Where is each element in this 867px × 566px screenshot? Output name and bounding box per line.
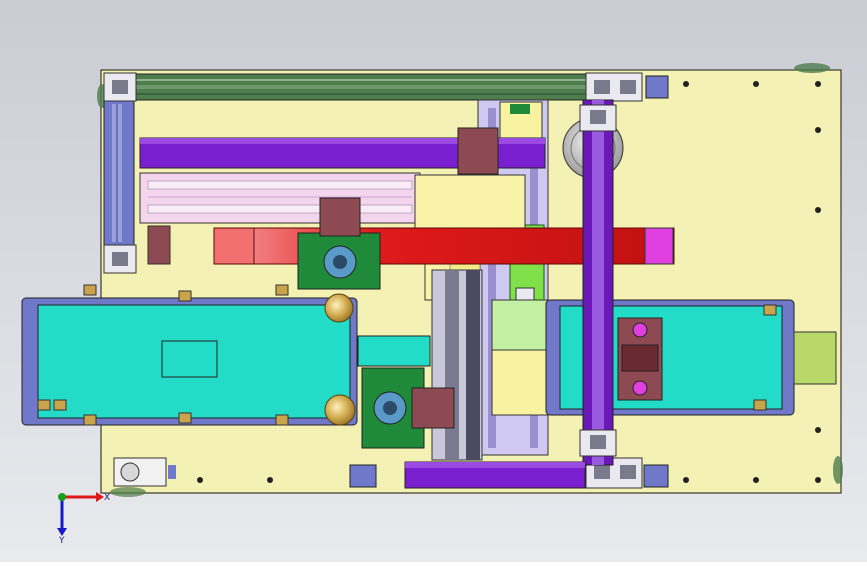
mounting-hole — [815, 207, 821, 213]
mounting-hole — [815, 81, 821, 87]
top-frame-profile[interactable] — [129, 73, 591, 101]
corner-bracket-left-mid — [103, 244, 137, 274]
connector-block — [275, 284, 289, 296]
light-green-strip — [491, 299, 549, 351]
right-gripper-assembly[interactable] — [617, 317, 663, 401]
connector-block — [37, 399, 51, 411]
triad-y-label: Y — [58, 536, 65, 546]
left-conveyor-frame[interactable] — [21, 297, 358, 426]
cyan-bridge-plate — [357, 335, 431, 367]
connector-block — [178, 290, 192, 302]
motor-end-block — [644, 227, 674, 265]
mount-plate-bottom-right — [643, 464, 669, 488]
connector-block — [83, 414, 97, 426]
cad-viewport[interactable]: X Y — [0, 0, 867, 562]
upper-green-fixture[interactable] — [297, 232, 381, 290]
mount-plate-bottom-left — [349, 464, 377, 488]
mounting-hole — [683, 81, 689, 87]
mounting-hole — [815, 427, 821, 433]
gold-roller-lower — [324, 394, 356, 426]
assembly-drawing: X Y — [0, 0, 867, 562]
clamp-bracket-top — [457, 127, 499, 175]
rail-bracket-bottom — [579, 429, 617, 457]
clamp-bracket-lower — [411, 387, 455, 429]
vertical-gray-rail[interactable] — [431, 269, 483, 461]
mounting-hole — [683, 477, 689, 483]
gold-roller-upper — [324, 293, 354, 323]
connector-block — [178, 412, 192, 424]
clamp-bracket-upper — [319, 197, 361, 237]
right-vertical-rail[interactable] — [582, 99, 614, 466]
mounting-hole — [753, 81, 759, 87]
mounting-hole — [753, 477, 759, 483]
bottom-purple-carriage[interactable] — [404, 461, 586, 489]
mounting-hole — [815, 477, 821, 483]
connector-block — [53, 399, 67, 411]
corner-bracket-top-right — [585, 72, 643, 102]
triad-x-label: X — [104, 493, 110, 503]
rail-bracket-top — [579, 104, 617, 132]
connector-block — [83, 284, 97, 296]
mount-plate-top-right — [645, 75, 669, 99]
corner-bracket-top-left — [103, 72, 137, 102]
left-frame-profile[interactable] — [103, 97, 135, 249]
pink-linear-module[interactable] — [139, 172, 421, 224]
mounting-hole — [267, 477, 273, 483]
connector-block — [763, 304, 777, 316]
connector-block — [275, 414, 289, 426]
connector-block — [753, 399, 767, 411]
mounting-hole — [197, 477, 203, 483]
mounting-hole — [815, 127, 821, 133]
right-conveyor-motor — [793, 331, 837, 385]
small-brown-bracket — [147, 225, 171, 265]
